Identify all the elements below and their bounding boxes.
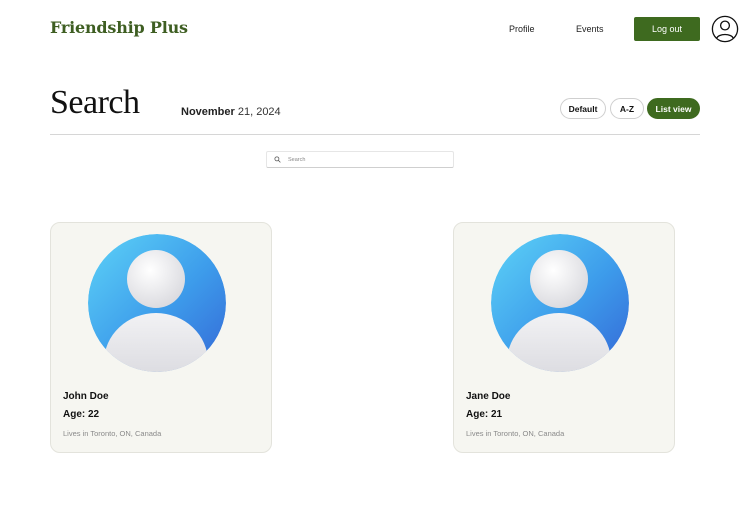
profile-location: Lives in Toronto, ON, Canada: [466, 429, 565, 438]
logout-button[interactable]: Log out: [634, 17, 700, 41]
search-input[interactable]: [288, 156, 448, 163]
profile-name: Jane Doe: [466, 391, 511, 402]
brand-logo[interactable]: Friendship Plus: [50, 18, 188, 37]
profile-card[interactable]: John Doe Age: 22 Lives in Toronto, ON, C…: [50, 222, 272, 453]
profile-card[interactable]: Jane Doe Age: 21 Lives in Toronto, ON, C…: [453, 222, 675, 453]
default-avatar-icon: [491, 234, 629, 372]
page-title: Search: [50, 84, 140, 121]
user-circle-icon[interactable]: [711, 15, 739, 43]
date-day-year: 21, 2024: [234, 106, 281, 118]
current-date: November 21, 2024: [181, 106, 281, 118]
nav-link-events[interactable]: Events: [576, 24, 604, 34]
profile-age: Age: 21: [466, 409, 503, 420]
profile-age: Age: 22: [63, 409, 100, 420]
default-avatar-icon: [88, 234, 226, 372]
profile-name: John Doe: [63, 391, 109, 402]
profile-location: Lives in Toronto, ON, Canada: [63, 429, 162, 438]
list-view-button[interactable]: List view: [647, 98, 700, 119]
sort-az-button[interactable]: A-Z: [610, 98, 644, 119]
search-bar[interactable]: [266, 151, 454, 168]
date-month: November: [181, 106, 235, 118]
search-icon: [274, 156, 281, 163]
nav-link-profile[interactable]: Profile: [509, 24, 535, 34]
sort-default-button[interactable]: Default: [560, 98, 606, 119]
header-divider: [50, 134, 700, 135]
